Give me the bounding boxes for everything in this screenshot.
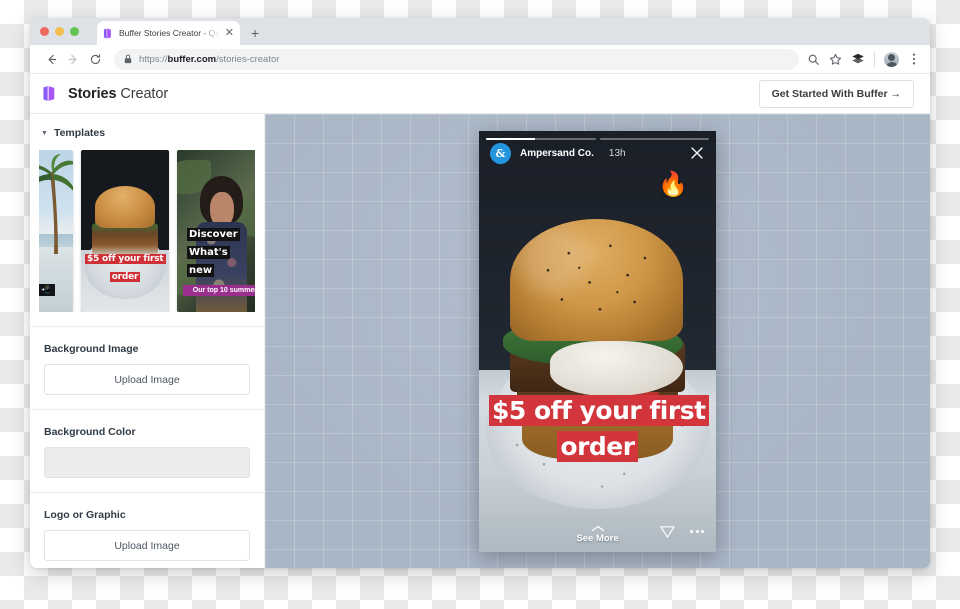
close-icon[interactable] [689,145,705,161]
arrow-left-icon [47,54,56,64]
stories-creator-logo-icon [43,86,55,101]
extension-icon[interactable] [851,52,865,66]
template-travel-cta: Sign Up to Book 📲 [39,284,55,296]
address-bar[interactable]: https://buffer.com/stories-creator [114,48,799,70]
workspace: ▼ Templates 📲 $5 off your first order Di… [30,114,930,568]
editor-canvas[interactable]: & Ampersand Co. 13h 🔥 $5 off your first … [265,114,930,568]
logo-upload-button[interactable]: Upload Image [44,530,250,561]
search-icon[interactable] [807,53,820,66]
story-footer-actions [659,523,704,540]
chevron-down-icon: ▼ [41,129,48,137]
template-thumbnail-travel[interactable]: FARES STARTING AT JUST $59 Sign Up to Bo… [39,150,73,312]
template-thumbnail-fashion[interactable]: Discover What's new Our top 10 summer p [177,150,255,312]
story-progress-segment [599,137,709,140]
reload-button[interactable] [84,48,106,70]
lock-icon [124,54,132,64]
buffer-logo-icon [103,28,111,38]
template-fashion-text: Discover What's new [187,224,255,278]
story-header: & Ampersand Co. 13h [479,142,716,164]
browser-window: Buffer Stories Creator - Quickl ✕ + [30,18,930,568]
story-preview[interactable]: & Ampersand Co. 13h 🔥 $5 off your first … [479,130,716,552]
new-tab-button[interactable]: + [251,26,259,40]
story-progress-segment [486,137,596,140]
browser-tab[interactable]: Buffer Stories Creator - Quickl ✕ [97,21,240,45]
template-thumbnail-burger[interactable]: $5 off your first order [81,150,169,312]
logo-or-graphic-field: Logo or Graphic Upload Image [30,492,264,568]
story-headline-wrap[interactable]: $5 off your first order [489,393,709,465]
browser-toolbar-actions [807,51,920,67]
page-content: Stories Creator Get Started With Buffer … [30,74,930,568]
background-image-label: Background Image [44,343,139,355]
app-title: Stories Creator [68,85,169,102]
template-burger-headline-wrap: $5 off your first order [85,248,166,284]
more-dots-icon[interactable] [690,529,704,533]
template-fashion-line-2: What's [187,246,230,259]
app-brand[interactable]: Stories Creator [42,85,168,102]
browser-tabstrip: Buffer Stories Creator - Quickl ✕ + [30,18,930,45]
photo-top-bun [509,218,683,342]
chevron-up-icon [591,525,604,531]
templates-section: ▼ Templates 📲 $5 off your first order Di… [30,114,264,312]
background-color-swatch[interactable] [44,447,250,478]
story-account-name: Ampersand Co. [520,147,594,159]
template-burger-headline: $5 off your first order [85,254,166,282]
tab-close-icon[interactable]: ✕ [225,27,234,39]
see-more-label: See More [576,532,619,544]
fire-emoji-sticker[interactable]: 🔥 [658,172,688,197]
back-button[interactable] [40,48,62,70]
browser-tab-title: Buffer Stories Creator - Quickl [119,28,220,38]
templates-section-header[interactable]: ▼ Templates [39,127,255,139]
template-fashion-line-1: Discover [187,228,240,241]
background-image-upload-button[interactable]: Upload Image [44,364,250,395]
address-bar-url: https://buffer.com/stories-creator [139,53,280,65]
arrow-right-icon [68,54,77,64]
templates-section-title: Templates [53,127,106,139]
story-progress-bars [486,137,709,140]
browser-toolbar: https://buffer.com/stories-creator [30,45,930,74]
template-fashion-cta: Our top 10 summer p [183,285,255,296]
forward-button[interactable] [62,48,84,70]
template-fashion-line-3: new [187,264,215,277]
star-icon[interactable] [829,53,842,66]
template-travel-text: FARES STARTING AT JUST $59 [39,186,51,274]
logo-or-graphic-label: Logo or Graphic [44,509,126,521]
minimize-window-button[interactable] [55,27,64,36]
background-color-label: Background Color [44,426,136,438]
templates-list[interactable]: FARES STARTING AT JUST $59 Sign Up to Bo… [39,150,255,312]
editor-sidebar: ▼ Templates 📲 $5 off your first order Di… [30,114,265,568]
story-account-avatar[interactable]: & [490,142,511,164]
story-timestamp: 13h [608,147,626,159]
burger-bun [95,185,155,228]
profile-avatar-button[interactable] [884,51,899,67]
kebab-menu-icon[interactable] [908,52,920,66]
reload-icon [90,53,100,64]
maximize-window-button[interactable] [70,27,79,36]
app-header: Stories Creator Get Started With Buffer … [30,74,930,114]
story-footer: See More [479,525,716,544]
background-image-field: Background Image Upload Image [30,326,264,409]
background-color-field: Background Color [30,409,264,492]
toolbar-divider [874,51,875,67]
window-traffic-lights[interactable] [40,27,79,36]
close-window-button[interactable] [40,27,49,36]
send-icon[interactable] [659,523,676,540]
story-headline: $5 off your first order [489,394,709,462]
get-started-button[interactable]: Get Started With Buffer → [758,79,914,108]
